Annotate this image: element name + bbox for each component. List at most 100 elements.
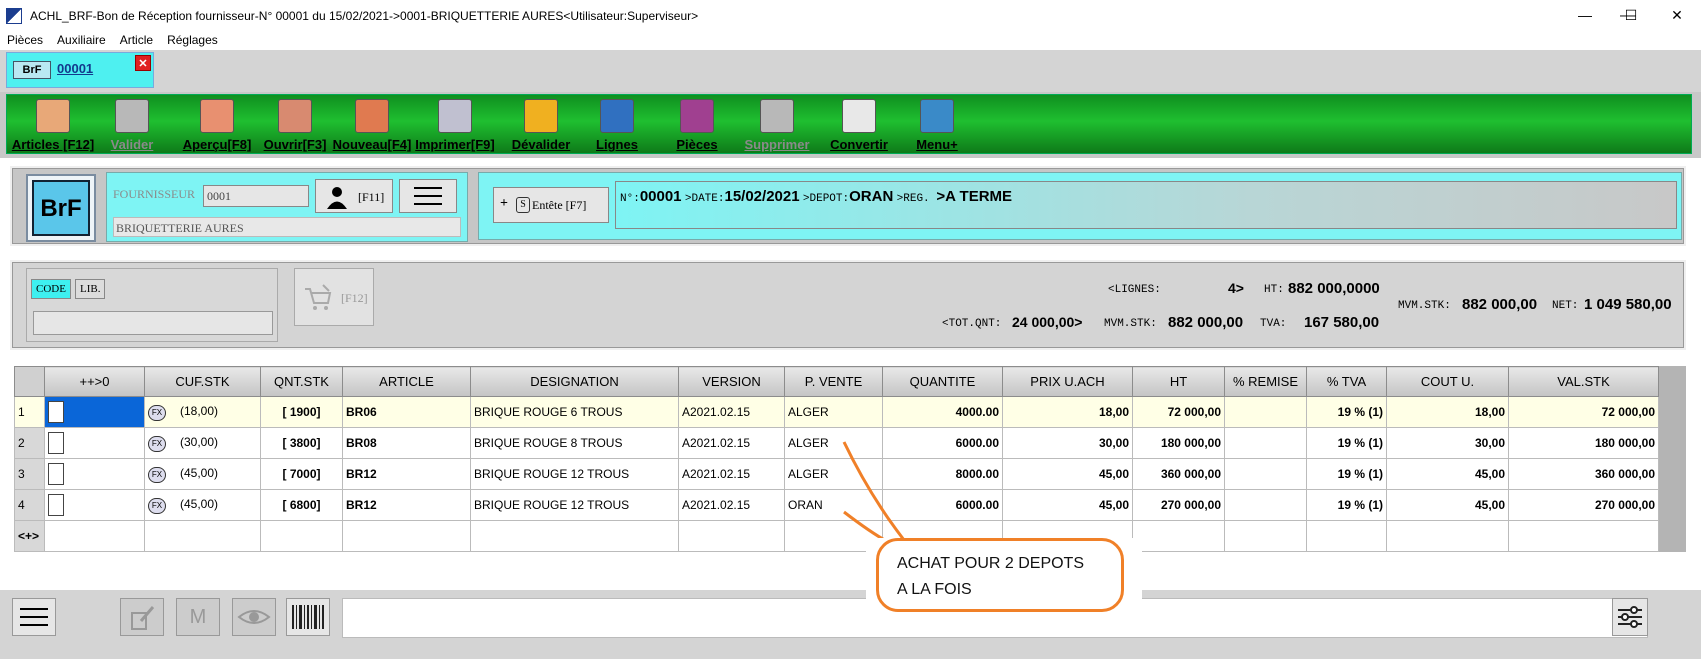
supplier-code-field[interactable]: 0001: [203, 185, 309, 207]
column-header[interactable]: ARTICLE: [342, 366, 471, 397]
tva-cell[interactable]: 19 % (1): [1306, 458, 1387, 490]
cuf-stk-cell[interactable]: FX (45,00): [144, 458, 261, 490]
article-cell[interactable]: BR12: [342, 489, 471, 521]
row-number[interactable]: 3: [14, 458, 45, 490]
remise-cell[interactable]: [1224, 396, 1307, 428]
cout-cell[interactable]: 45,00: [1386, 458, 1509, 490]
toolbar-button[interactable]: Menu+: [897, 95, 977, 155]
fx-icon[interactable]: FX: [148, 435, 166, 452]
tva-cell[interactable]: 19 % (1): [1306, 427, 1387, 459]
val-stk-cell[interactable]: 270 000,00: [1508, 489, 1659, 521]
cout-cell[interactable]: 30,00: [1386, 427, 1509, 459]
lib-chip[interactable]: LIB.: [75, 279, 106, 299]
qnt-stk-cell[interactable]: [ 6800]: [260, 489, 343, 521]
article-cell[interactable]: BR08: [342, 427, 471, 459]
fx-icon[interactable]: FX: [148, 404, 166, 421]
val-stk-cell[interactable]: 360 000,00: [1508, 458, 1659, 490]
menu-pieces[interactable]: Pièces: [7, 33, 43, 47]
window-close-button[interactable]: ✕: [1654, 0, 1700, 32]
toolbar-button[interactable]: Pièces: [657, 95, 737, 155]
column-header[interactable]: % TVA: [1306, 366, 1387, 397]
article-search-input[interactable]: [33, 311, 273, 335]
toolbar-button[interactable]: Convertir: [817, 95, 901, 155]
cout-cell[interactable]: 18,00: [1386, 396, 1509, 428]
tva-cell[interactable]: 19 % (1): [1306, 489, 1387, 521]
val-stk-cell[interactable]: 72 000,00: [1508, 396, 1659, 428]
article-cell[interactable]: BR06: [342, 396, 471, 428]
bottom-menu-button[interactable]: [12, 598, 56, 636]
toolbar-button[interactable]: Dévalider: [501, 95, 581, 155]
document-tab[interactable]: BrF 00001 ✕: [6, 52, 154, 88]
ht-cell[interactable]: 72 000,00: [1132, 396, 1225, 428]
designation-cell[interactable]: BRIQUE ROUGE 8 TROUS: [470, 427, 679, 459]
document-number-link[interactable]: 00001: [57, 61, 93, 76]
row-number[interactable]: 2: [14, 427, 45, 459]
supplier-name-field[interactable]: BRIQUETTERIE AURES: [113, 217, 461, 237]
article-cell[interactable]: BR12: [342, 458, 471, 490]
row-number[interactable]: 1: [14, 396, 45, 428]
row-checkbox[interactable]: [48, 432, 64, 454]
remise-cell[interactable]: [1224, 427, 1307, 459]
toolbar-button[interactable]: Ouvrir[F3]: [257, 95, 333, 155]
cuf-stk-cell[interactable]: FX (18,00): [144, 396, 261, 428]
cart-f12-button[interactable]: [F12]: [294, 268, 374, 326]
column-header[interactable]: QNT.STK: [260, 366, 343, 397]
prix-cell[interactable]: 45,00: [1002, 489, 1133, 521]
row-checkbox-cell[interactable]: [44, 396, 145, 428]
row-number[interactable]: 4: [14, 489, 45, 521]
column-header[interactable]: CUF.STK: [144, 366, 261, 397]
toolbar-button[interactable]: Supprimer: [737, 95, 817, 155]
edit-button[interactable]: [120, 598, 164, 636]
row-checkbox-cell[interactable]: [44, 458, 145, 490]
ht-cell[interactable]: 180 000,00: [1132, 427, 1225, 459]
prix-cell[interactable]: 45,00: [1002, 458, 1133, 490]
table-row[interactable]: 1 FX (18,00) [ 1900] BR06 BRIQUE ROUGE 6 TROU…: [14, 396, 1659, 428]
menu-auxiliaire[interactable]: Auxiliaire: [57, 33, 106, 47]
column-header[interactable]: QUANTITE: [882, 366, 1003, 397]
point-vente-cell[interactable]: ALGER: [784, 396, 883, 428]
quantite-cell[interactable]: 4000.00: [882, 396, 1003, 428]
qnt-stk-cell[interactable]: [ 1900]: [260, 396, 343, 428]
designation-cell[interactable]: BRIQUE ROUGE 12 TROUS: [470, 489, 679, 521]
supplier-menu-button[interactable]: [399, 179, 457, 213]
version-cell[interactable]: A2021.02.15: [678, 396, 785, 428]
column-header[interactable]: % REMISE: [1224, 366, 1307, 397]
toolbar-button[interactable]: Articles [F12]: [11, 95, 95, 155]
window-minimize-button[interactable]: —: [1562, 0, 1608, 32]
window-maximize-button[interactable]: ☐: [1608, 0, 1654, 32]
settings-button[interactable]: [1612, 598, 1648, 636]
toolbar-button[interactable]: Valider: [95, 95, 169, 155]
menu-reglages[interactable]: Réglages: [167, 33, 218, 47]
toolbar-button[interactable]: Lignes: [577, 95, 657, 155]
column-header[interactable]: P. VENTE: [784, 366, 883, 397]
add-row-marker[interactable]: <+>: [14, 520, 45, 552]
view-button[interactable]: [232, 598, 276, 636]
prix-cell[interactable]: 18,00: [1002, 396, 1133, 428]
fx-icon[interactable]: FX: [148, 466, 166, 483]
remise-cell[interactable]: [1224, 458, 1307, 490]
code-chip[interactable]: CODE: [31, 279, 71, 299]
val-stk-cell[interactable]: 180 000,00: [1508, 427, 1659, 459]
qnt-stk-cell[interactable]: [ 3800]: [260, 427, 343, 459]
toolbar-button[interactable]: Imprimer[F9]: [411, 95, 499, 155]
row-checkbox-cell[interactable]: [44, 489, 145, 521]
column-header[interactable]: HT: [1132, 366, 1225, 397]
prix-cell[interactable]: 30,00: [1002, 427, 1133, 459]
toolbar-button[interactable]: Nouveau[F4]: [331, 95, 413, 155]
designation-cell[interactable]: BRIQUE ROUGE 6 TROUS: [470, 396, 679, 428]
version-cell[interactable]: A2021.02.15: [678, 427, 785, 459]
ht-cell[interactable]: 270 000,00: [1132, 489, 1225, 521]
fx-icon[interactable]: FX: [148, 497, 166, 514]
entete-button[interactable]: + S Entête [F7]: [493, 187, 609, 223]
close-tab-icon[interactable]: ✕: [135, 55, 151, 71]
cout-cell[interactable]: 45,00: [1386, 489, 1509, 521]
menu-article[interactable]: Article: [120, 33, 153, 47]
column-header[interactable]: ++>0: [44, 366, 145, 397]
column-header[interactable]: VAL.STK: [1508, 366, 1659, 397]
qnt-stk-cell[interactable]: [ 7000]: [260, 458, 343, 490]
designation-cell[interactable]: BRIQUE ROUGE 12 TROUS: [470, 458, 679, 490]
column-header[interactable]: PRIX U.ACH: [1002, 366, 1133, 397]
ht-cell[interactable]: 360 000,00: [1132, 458, 1225, 490]
row-checkbox[interactable]: [48, 494, 64, 516]
barcode-button[interactable]: [286, 598, 330, 636]
